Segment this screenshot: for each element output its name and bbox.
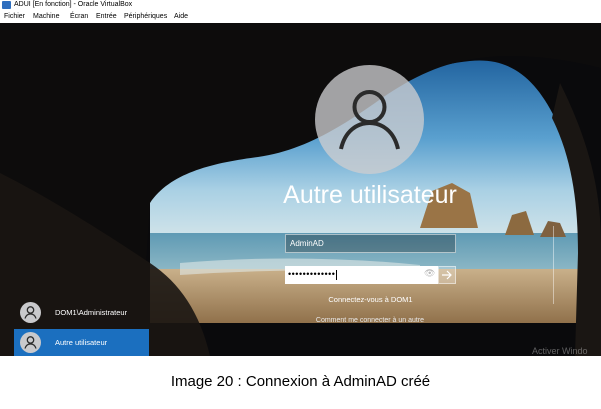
user-icon	[24, 336, 37, 349]
how-to-sign-in-link[interactable]: Comment me connecter à un autre	[270, 317, 470, 324]
image-caption: Image 20 : Connexion à AdminAD créé	[170, 373, 431, 390]
username-field[interactable]: AdminAD	[285, 234, 456, 253]
menu-aide[interactable]: Aide	[174, 12, 188, 22]
arrow-right-icon	[442, 270, 452, 280]
user-list-item-administrateur[interactable]: DOM1\Administrateur	[14, 299, 149, 326]
vm-screen: Autre utilisateur AdminAD ••••••••••••• …	[0, 23, 601, 356]
menu-entree[interactable]: Entrée	[96, 12, 117, 22]
window-title: ADUI [En fonction] - Oracle VirtualBox	[14, 1, 133, 8]
activation-watermark: Activer Windo	[532, 346, 588, 356]
menu-ecran[interactable]: Écran	[70, 12, 88, 22]
text-caret	[336, 269, 338, 280]
user-list-label: DOM1\Administrateur	[55, 308, 128, 317]
user-avatar	[315, 65, 424, 174]
login-display-name: Autre utilisateur	[283, 181, 457, 209]
password-field[interactable]: •••••••••••••	[285, 266, 438, 284]
user-icon	[339, 90, 400, 150]
avatar	[20, 332, 41, 353]
sign-in-domain-text: Connectez-vous à DOM1	[328, 295, 413, 304]
window-titlebar: ADUI [En fonction] - Oracle VirtualBox	[0, 0, 601, 11]
user-list-label: Autre utilisateur	[55, 338, 108, 347]
eye-icon[interactable]: 👁	[424, 268, 435, 279]
menu-peripheriques[interactable]: Périphériques	[124, 12, 167, 22]
menu-fichier[interactable]: Fichier	[4, 12, 25, 22]
user-list-item-autre-utilisateur[interactable]: Autre utilisateur	[14, 329, 149, 356]
submit-button[interactable]	[438, 266, 456, 284]
menu-machine[interactable]: Machine	[33, 12, 59, 22]
virtualbox-icon	[2, 1, 11, 9]
avatar	[20, 302, 41, 323]
divider	[553, 226, 554, 304]
password-mask: •••••••••••••	[288, 269, 336, 279]
user-icon	[24, 306, 37, 319]
